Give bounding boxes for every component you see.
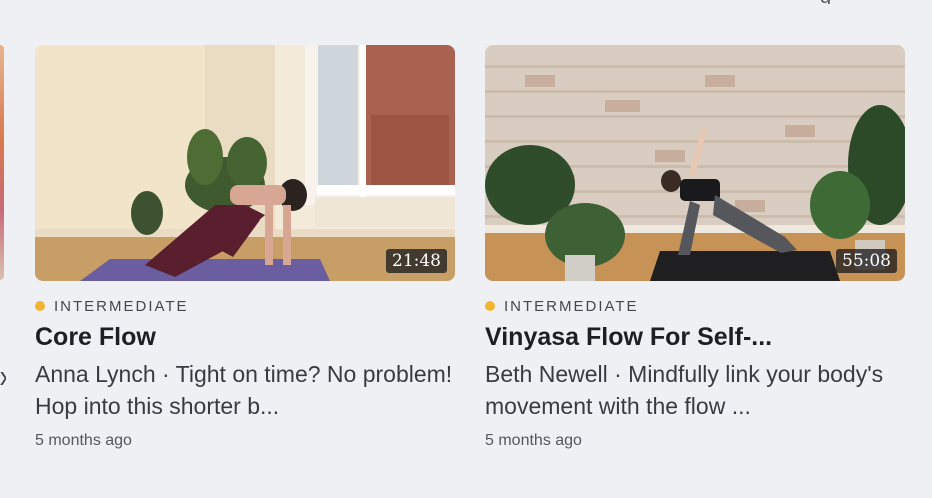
video-card-vinyasa-flow[interactable]: 55:08 INTERMEDIATE Vinyasa Flow For Self… <box>485 45 905 450</box>
cut-off-heading-text: g <box>820 0 838 4</box>
level-label: INTERMEDIATE <box>504 297 639 315</box>
video-title[interactable]: Vinyasa Flow For Self-... <box>485 323 905 352</box>
level-label: INTERMEDIATE <box>54 297 189 315</box>
previous-card-thumbnail[interactable] <box>0 45 4 280</box>
video-age: 5 months ago <box>35 432 132 449</box>
video-card-core-flow[interactable]: 21:48 INTERMEDIATE Core Flow Anna Lynch … <box>35 45 455 450</box>
level-dot-icon <box>35 301 45 311</box>
video-duration: 55:08 <box>836 249 897 273</box>
video-duration: 21:48 <box>386 249 447 273</box>
video-age: 5 months ago <box>485 432 582 449</box>
difficulty-level: INTERMEDIATE <box>35 297 455 315</box>
video-description: Anna Lynch · Tight on time? No problem! … <box>35 361 453 419</box>
previous-card-text: x <box>0 367 6 389</box>
video-thumbnail[interactable]: 21:48 <box>35 45 455 281</box>
thumbnail-image <box>35 45 455 281</box>
video-thumbnail[interactable]: 55:08 <box>485 45 905 281</box>
video-description: Beth Newell · Mindfully link your body's… <box>485 361 884 419</box>
video-title[interactable]: Core Flow <box>35 323 455 352</box>
difficulty-level: INTERMEDIATE <box>485 297 905 315</box>
level-dot-icon <box>485 301 495 311</box>
thumbnail-image <box>485 45 905 281</box>
